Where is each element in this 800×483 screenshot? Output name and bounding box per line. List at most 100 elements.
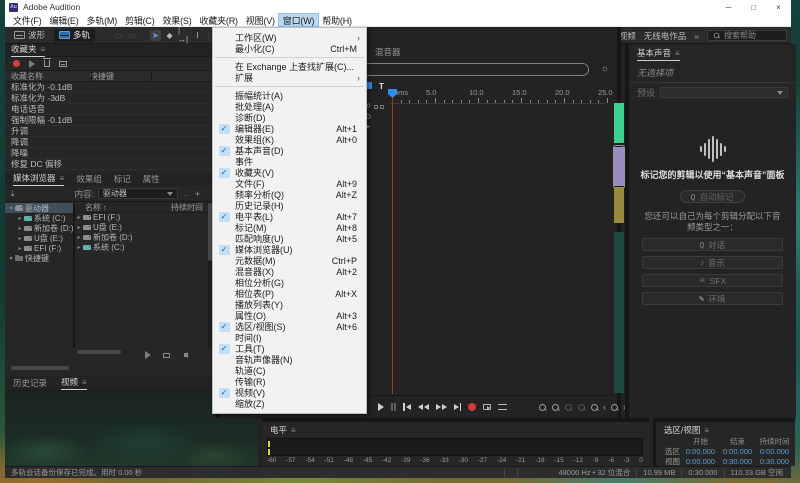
zoom-full-icon[interactable] [610,403,619,412]
tab-mixer[interactable]: 混音器 [375,46,401,58]
workspace-overflow-chevrons[interactable]: » [694,31,699,41]
favorite-row[interactable]: 升调 [5,126,212,137]
zoom-out-selection-icon[interactable] [577,403,586,412]
menu-item[interactable]: 最小化(C)Ctrl+M [213,43,366,54]
menubar-item-2[interactable]: 编辑(E) [46,14,83,26]
menu-item[interactable]: 缩放(Z) [213,398,366,409]
add-shortcut-icon[interactable]: + [195,189,200,199]
speaker-icon[interactable] [184,353,188,357]
navigator-settings-icon[interactable]: ☼ [601,63,609,73]
minimize-button[interactable]: ─ [716,0,741,14]
content-dropdown[interactable]: 驱动器 [98,188,178,199]
ambience-button[interactable]: 环境 [642,292,783,305]
zoom-out-point-icon[interactable] [551,403,560,412]
record-favorite-icon[interactable] [13,60,20,67]
menubar-item-5[interactable]: 效果(S) [159,14,196,26]
delete-favorite-icon[interactable] [44,60,50,67]
spectral-display-icon[interactable]: ▭ [112,30,123,41]
skip-to-end-button[interactable] [454,402,462,412]
selection-start-value[interactable]: 0:00.000 [682,447,719,456]
panel-menu-icon[interactable]: ≡ [41,45,46,54]
view-end-value[interactable]: 0:30.000 [719,457,756,466]
tab-history[interactable]: 历史记录 [13,377,47,389]
panel-menu-icon[interactable]: ≡ [704,426,709,435]
music-button[interactable]: ♪ 音乐 [642,256,783,269]
expander-icon[interactable]: ▸ [75,214,83,221]
tab-effects-rack[interactable]: 效果组 [76,173,102,185]
metronome-icon[interactable]: T [379,82,384,91]
menubar-item-9[interactable]: 帮助(H) [318,14,356,26]
sfx-button[interactable]: ✳ SFX [642,274,783,287]
view-duration-value[interactable]: 0:30.000 [756,457,793,466]
tree-item[interactable]: ▸系统 (C:) [5,213,73,223]
expander-icon[interactable]: ▸ [16,225,24,232]
waveform-view-button[interactable]: 波形 [9,29,50,42]
column-name[interactable]: 名称 [75,202,101,213]
time-selection-tool-icon[interactable]: I [192,30,203,41]
skip-selection-button[interactable] [498,402,507,412]
panel-menu-icon[interactable]: ≡ [675,49,680,58]
tree-item[interactable]: ▾驱动器 [5,203,73,213]
menubar-item-6[interactable]: 收藏夹(R) [196,14,242,26]
column-duration[interactable]: 持续时间 [171,202,207,213]
dialogue-button[interactable]: 对话 [642,238,783,251]
tab-essential-sound[interactable]: 基本声音≡ [637,47,680,61]
skip-to-start-button[interactable] [403,402,411,412]
rewind-button[interactable] [418,402,429,412]
back-arrow-icon[interactable]: ← [182,189,191,199]
pause-button[interactable] [391,402,396,412]
tree-hscrollbar[interactable] [11,366,69,370]
tree-item[interactable]: ▸U盘 (E:) [5,233,73,243]
favorite-row[interactable]: 降调 [5,137,212,148]
expander-icon[interactable]: ▸ [75,244,83,251]
tree-item[interactable]: ▾快捷键 [5,253,73,263]
favorite-row[interactable]: 修复 DC 偏移 [5,159,212,170]
tab-favorites[interactable]: 收藏夹≡ [11,43,45,57]
timeline-ruler[interactable]: hms 5.010.015.020.025.0 [390,80,605,104]
tree-item[interactable]: ▸新加卷 (D:) [5,223,73,233]
tree-item[interactable]: ▸EFI (F:) [5,243,73,253]
expander-icon[interactable]: ▾ [7,205,15,212]
tab-selection-view[interactable]: 选区/视图≡ [664,424,709,436]
zoom-in-point-icon[interactable] [538,403,547,412]
preset-dropdown[interactable] [660,87,788,98]
search-help-input[interactable]: 搜索帮助 [707,30,787,41]
menubar-item-3[interactable]: 多轨(M) [83,14,122,26]
tab-video[interactable]: 视频≡ [61,376,87,390]
menubar-item-7[interactable]: 视图(V) [242,14,279,26]
menubar-item-4[interactable]: 剪辑(C) [121,14,159,26]
tab-markers[interactable]: 标记 [114,173,131,185]
track-box-icon[interactable] [374,105,378,109]
play-button[interactable] [378,402,384,412]
play-favorite-icon[interactable] [29,60,35,68]
list-item[interactable]: ▸系统 (C:) [75,243,207,253]
panel-menu-icon[interactable]: ≡ [60,174,65,183]
workspace-radio-production[interactable]: 无线电作品 [644,30,687,42]
preview-play-icon[interactable] [145,351,151,359]
expander-icon[interactable]: ▸ [75,224,83,231]
zoom-reset-icon[interactable] [590,403,599,412]
slip-tool-icon[interactable]: |↔| [178,30,189,41]
panel-menu-icon[interactable]: ≡ [82,378,87,387]
view-start-value[interactable]: 0:00.000 [682,457,719,466]
zoom-left-chevron[interactable]: ‹ [603,402,606,412]
tab-properties[interactable]: 属性 [143,173,160,185]
panel-menu-icon[interactable]: ≡ [291,426,296,435]
track-expand-icon[interactable]: ▸ [367,123,370,130]
auto-tag-button[interactable]: 自动标记 [680,190,744,203]
spectral-pitch-icon[interactable]: ▭ [126,30,137,41]
selection-duration-value[interactable]: 0:00.000 [756,447,793,456]
razor-tool-icon[interactable]: ◆ [164,30,175,41]
fast-forward-button[interactable] [436,402,447,412]
expander-icon[interactable]: ▾ [7,255,15,262]
expander-icon[interactable]: ▸ [16,245,24,252]
multitrack-view-button[interactable]: 多轨 [54,29,95,42]
selection-end-value[interactable]: 0:00.000 [719,447,756,456]
expander-icon[interactable]: ▸ [16,215,24,222]
expander-icon[interactable]: ▸ [16,235,24,242]
tab-levels[interactable]: 电平≡ [270,424,296,436]
edit-shortcut-icon[interactable] [59,61,67,67]
expander-icon[interactable]: ▸ [75,234,83,241]
move-tool-icon[interactable]: ➤ [150,30,161,41]
zoom-in-selection-icon[interactable] [564,403,573,412]
